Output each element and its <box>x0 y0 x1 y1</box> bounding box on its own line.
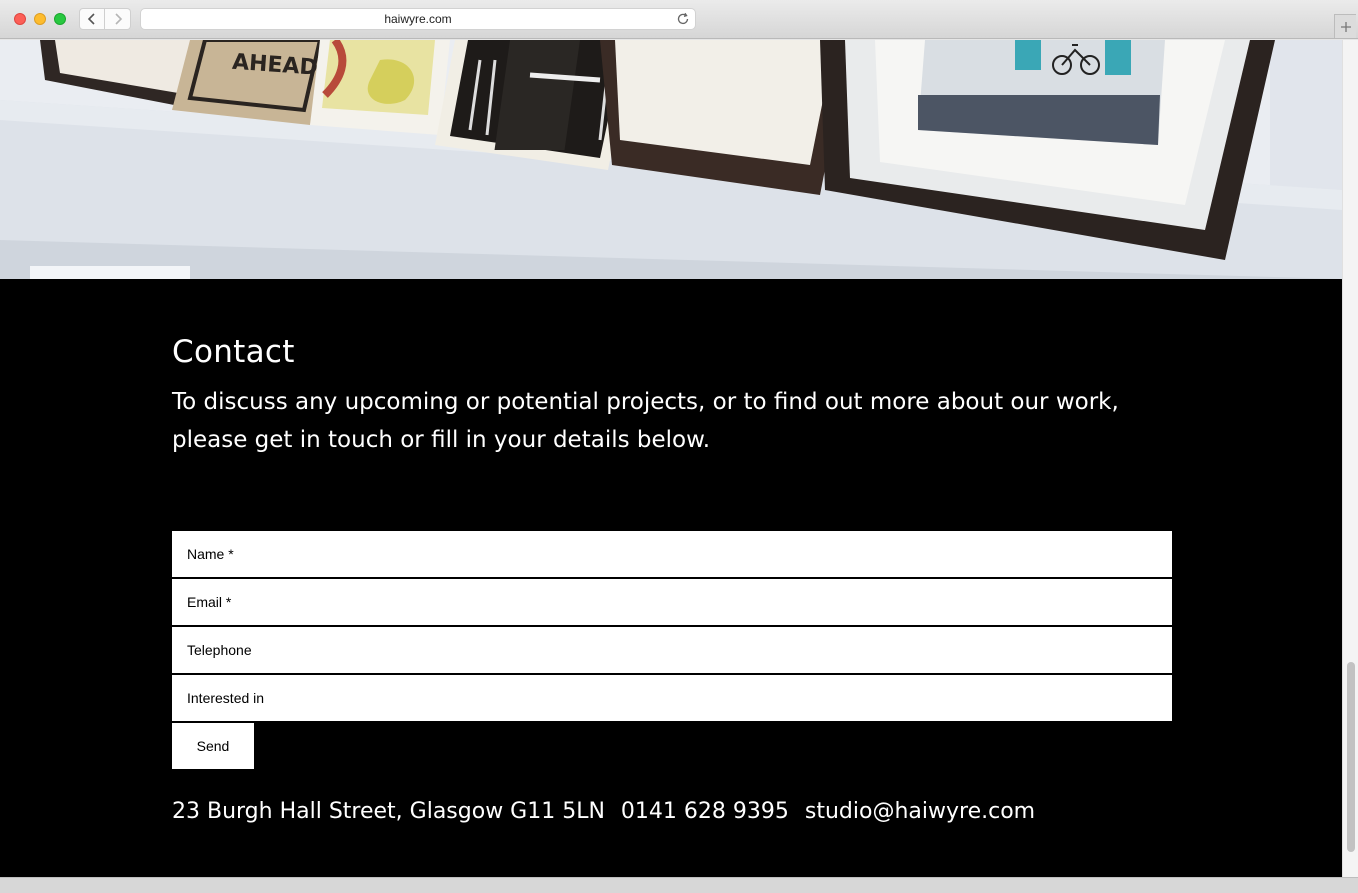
kraft-print: AHEAD <box>172 40 330 125</box>
contact-form: Send <box>172 531 1172 769</box>
close-window-icon[interactable] <box>14 13 26 25</box>
name-field[interactable] <box>172 531 1172 577</box>
maximize-window-icon[interactable] <box>54 13 66 25</box>
phone-link[interactable]: 0141 628 9395 <box>621 799 789 824</box>
contact-heading: Contact <box>172 334 295 370</box>
vertical-scrollbar[interactable] <box>1342 40 1358 877</box>
hero-photo-illustration: AHEAD <box>0 40 1342 279</box>
telephone-field[interactable] <box>172 627 1172 673</box>
email-link[interactable]: studio@haiwyre.com <box>805 799 1035 824</box>
minimize-window-icon[interactable] <box>34 13 46 25</box>
forward-button[interactable] <box>105 8 131 30</box>
address-bar[interactable]: haiwyre.com <box>140 8 696 30</box>
back-button[interactable] <box>79 8 105 30</box>
reload-icon[interactable] <box>676 12 690 26</box>
contact-section: Contact To discuss any upcoming or poten… <box>0 279 1342 877</box>
send-button[interactable]: Send <box>172 723 254 769</box>
address-url: haiwyre.com <box>384 12 452 26</box>
hero-photo: AHEAD <box>0 40 1342 279</box>
interested-in-field[interactable] <box>172 675 1172 721</box>
new-tab-button[interactable] <box>1334 14 1356 38</box>
scrollbar-thumb[interactable] <box>1347 662 1355 852</box>
chevron-left-icon <box>87 13 95 25</box>
email-field[interactable] <box>172 579 1172 625</box>
address-text: 23 Burgh Hall Street, Glasgow G11 5LN <box>172 799 605 824</box>
contact-details: 23 Burgh Hall Street, Glasgow G11 5LN 01… <box>172 799 1035 824</box>
plus-icon <box>1340 21 1351 32</box>
chevron-right-icon <box>114 13 122 25</box>
window-bottom-edge <box>0 877 1358 893</box>
browser-toolbar: haiwyre.com <box>0 0 1358 39</box>
contact-intro: To discuss any upcoming or potential pro… <box>172 389 1119 453</box>
page-viewport: AHEAD Contact To discuss any upcoming or… <box>0 40 1342 877</box>
